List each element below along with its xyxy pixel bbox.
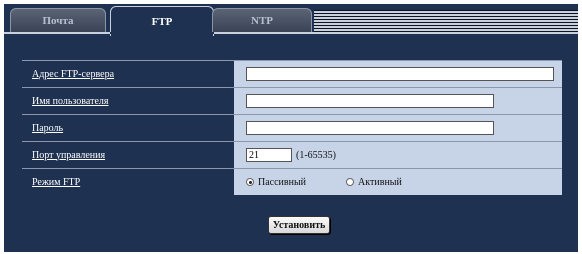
server-address-label[interactable]: Адрес FTP-сервера bbox=[22, 61, 234, 87]
control-port-input[interactable] bbox=[246, 148, 292, 162]
row-control-port: Порт управления (1-65535) bbox=[22, 141, 562, 168]
settings-panel: Почта FTP NTP Адрес FTP-сервера Имя поль… bbox=[4, 4, 578, 252]
tab-underline bbox=[4, 32, 578, 34]
passive-mode-label: Пассивный bbox=[258, 176, 307, 188]
row-ftp-mode: Режим FTP Пассивный Активный bbox=[22, 168, 562, 195]
server-address-input[interactable] bbox=[246, 67, 554, 81]
password-label[interactable]: Пароль bbox=[22, 115, 234, 141]
passive-radio-dot-icon bbox=[246, 178, 254, 186]
tab-bar: Почта FTP NTP bbox=[4, 4, 578, 36]
username-label[interactable]: Имя пользователя bbox=[22, 88, 234, 114]
tab-mail[interactable]: Почта bbox=[10, 8, 106, 32]
apply-button[interactable]: Установить bbox=[268, 216, 330, 234]
row-password: Пароль bbox=[22, 114, 562, 141]
control-port-label[interactable]: Порт управления bbox=[22, 142, 234, 168]
active-mode-label: Активный bbox=[358, 176, 402, 188]
row-server-address: Адрес FTP-сервера bbox=[22, 60, 562, 87]
tab-bar-decoration bbox=[314, 10, 578, 32]
username-input[interactable] bbox=[246, 94, 494, 108]
active-mode-radio[interactable]: Активный bbox=[346, 177, 402, 188]
active-radio-dot-icon bbox=[346, 178, 355, 186]
tab-ntp[interactable]: NTP bbox=[212, 8, 312, 32]
row-username: Имя пользователя bbox=[22, 87, 562, 114]
ftp-mode-label[interactable]: Режим FTP bbox=[22, 169, 234, 195]
control-port-range: (1-65535) bbox=[296, 149, 336, 161]
passive-mode-radio[interactable]: Пассивный bbox=[246, 177, 306, 188]
password-input[interactable] bbox=[246, 121, 494, 135]
